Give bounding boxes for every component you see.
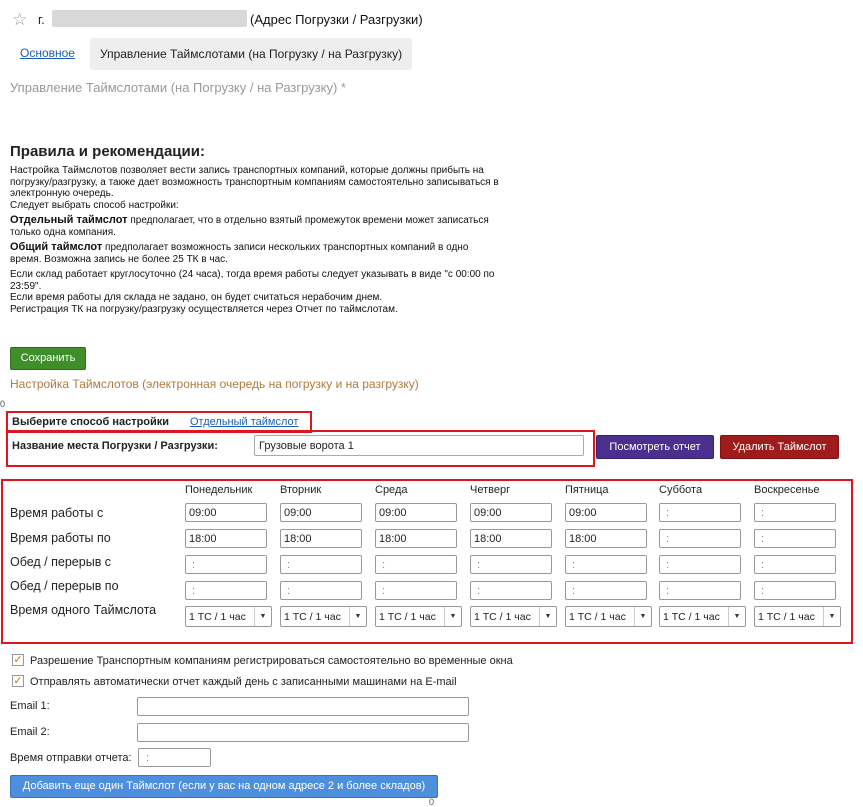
chevron-down-icon[interactable]: ▼ — [444, 607, 461, 626]
work-to-input[interactable] — [565, 529, 647, 548]
timeslot-select[interactable]: 1 ТС / 1 час ▼ — [659, 606, 746, 627]
lunch-to-input[interactable] — [754, 581, 836, 600]
chevron-down-icon[interactable]: ▼ — [634, 607, 651, 626]
row-label-timeslot-duration: Время одного Таймслота — [10, 603, 157, 617]
address-title: (Адрес Погрузки / Разгрузки) — [250, 12, 423, 27]
timeslot-select[interactable]: 1 ТС / 1 час ▼ — [185, 606, 272, 627]
email1-input[interactable] — [137, 697, 469, 716]
place-name-input[interactable] — [254, 435, 584, 456]
save-button[interactable]: Сохранить — [10, 347, 86, 370]
rules-heading: Правила и рекомендации: — [10, 143, 205, 160]
day-header: Среда — [375, 484, 408, 496]
chevron-down-icon[interactable]: ▼ — [728, 607, 745, 626]
chevron-down-icon[interactable]: ▼ — [254, 607, 271, 626]
work-to-input[interactable] — [470, 529, 552, 548]
work-from-input[interactable] — [375, 503, 457, 522]
work-from-input[interactable] — [280, 503, 362, 522]
lunch-to-input[interactable] — [659, 581, 741, 600]
rules-text: Настройка Таймслотов позволяет вести зап… — [10, 165, 500, 319]
day-header: Понедельник — [185, 484, 253, 496]
lunch-to-input[interactable] — [185, 581, 267, 600]
work-from-input[interactable] — [754, 503, 836, 522]
add-timeslot-button[interactable]: Добавить еще один Таймслот (если у вас н… — [10, 775, 438, 798]
day-header: Вторник — [280, 484, 322, 496]
row-label-lunch-from: Обед / перерыв с — [10, 555, 112, 569]
rules-single-term: Отдельный таймслот — [10, 214, 128, 226]
lunch-to-input[interactable] — [565, 581, 647, 600]
view-report-button[interactable]: Посмотреть отчет — [596, 435, 714, 459]
timeslot-select-value: 1 ТС / 1 час — [189, 610, 246, 623]
lunch-from-input[interactable] — [565, 555, 647, 574]
rules-choose: Следует выбрать способ настройки: — [10, 199, 179, 211]
timeslot-select-value: 1 ТС / 1 час — [569, 610, 626, 623]
send-time-input[interactable] — [138, 748, 211, 767]
rules-note-1: Если склад работает круглосуточно (24 ча… — [10, 269, 495, 292]
method-label: Выберите способ настройки — [12, 416, 170, 428]
timeslot-select-value: 1 ТС / 1 час — [758, 610, 815, 623]
row-label-work-from: Время работы с — [10, 506, 104, 520]
work-to-input[interactable] — [280, 529, 362, 548]
rules-note-2: Если время работы для склада не задано, … — [10, 292, 383, 303]
chevron-down-icon[interactable]: ▼ — [539, 607, 556, 626]
lunch-from-input[interactable] — [280, 555, 362, 574]
timeslot-select[interactable]: 1 ТС / 1 час ▼ — [280, 606, 367, 627]
self-register-label: Разрешение Транспортным компаниям регист… — [30, 655, 513, 667]
form-title: Управление Таймслотами (на Погрузку / на… — [10, 80, 346, 95]
address-redacted — [52, 10, 247, 27]
lunch-to-input[interactable] — [470, 581, 552, 600]
lunch-from-input[interactable] — [470, 555, 552, 574]
rules-note-3: Регистрация ТК на погрузку/разгрузку осу… — [10, 303, 398, 315]
favorite-star-icon[interactable]: ☆ — [12, 10, 27, 30]
tab-timeslots[interactable]: Управление Таймслотами (на Погрузку / на… — [90, 38, 413, 70]
work-to-input[interactable] — [754, 529, 836, 548]
left-marker: 0 — [0, 399, 6, 409]
email2-label: Email 2: — [10, 726, 50, 738]
auto-report-checkbox[interactable]: ✓ — [12, 675, 24, 687]
self-register-checkbox[interactable]: ✓ — [12, 654, 24, 666]
lunch-from-input[interactable] — [375, 555, 457, 574]
timeslot-select[interactable]: 1 ТС / 1 час ▼ — [754, 606, 841, 627]
work-from-input[interactable] — [470, 503, 552, 522]
timeslot-select-value: 1 ТС / 1 час — [474, 610, 531, 623]
row-label-lunch-to: Обед / перерыв по — [10, 579, 119, 593]
rules-intro: Настройка Таймслотов позволяет вести зап… — [10, 165, 499, 199]
address-prefix: г. — [38, 12, 45, 27]
day-header: Воскресенье — [754, 484, 820, 496]
work-to-input[interactable] — [375, 529, 457, 548]
timeslot-select-value: 1 ТС / 1 час — [284, 610, 341, 623]
work-to-input[interactable] — [659, 529, 741, 548]
work-from-input[interactable] — [659, 503, 741, 522]
email1-label: Email 1: — [10, 700, 50, 712]
work-from-input[interactable] — [185, 503, 267, 522]
lunch-from-input[interactable] — [659, 555, 741, 574]
auto-report-label: Отправлять автоматически отчет каждый де… — [30, 676, 457, 688]
lunch-to-input[interactable] — [375, 581, 457, 600]
method-link[interactable]: Отдельный таймслот — [190, 416, 298, 428]
lunch-from-input[interactable] — [185, 555, 267, 574]
day-header: Пятница — [565, 484, 609, 496]
work-from-input[interactable] — [565, 503, 647, 522]
chevron-down-icon[interactable]: ▼ — [349, 607, 366, 626]
send-time-label: Время отправки отчета: — [10, 752, 132, 764]
tab-main[interactable]: Основное — [20, 46, 75, 60]
day-header: Четверг — [470, 484, 511, 496]
work-to-input[interactable] — [185, 529, 267, 548]
timeslot-select[interactable]: 1 ТС / 1 час ▼ — [565, 606, 652, 627]
row-label-work-to: Время работы по — [10, 531, 111, 545]
chevron-down-icon[interactable]: ▼ — [823, 607, 840, 626]
day-header: Суббота — [659, 484, 703, 496]
rules-shared-term: Общий таймслот — [10, 241, 103, 253]
section-title: Настройка Таймслотов (электронная очеред… — [10, 377, 419, 391]
lunch-from-input[interactable] — [754, 555, 836, 574]
timeslot-select-value: 1 ТС / 1 час — [663, 610, 720, 623]
email2-input[interactable] — [137, 723, 469, 742]
lunch-to-input[interactable] — [280, 581, 362, 600]
timeslot-select-value: 1 ТС / 1 час — [379, 610, 436, 623]
timeslot-select[interactable]: 1 ТС / 1 час ▼ — [470, 606, 557, 627]
delete-timeslot-button[interactable]: Удалить Таймслот — [720, 435, 839, 459]
place-label: Название места Погрузки / Разгрузки: — [12, 440, 218, 452]
timeslot-select[interactable]: 1 ТС / 1 час ▼ — [375, 606, 462, 627]
